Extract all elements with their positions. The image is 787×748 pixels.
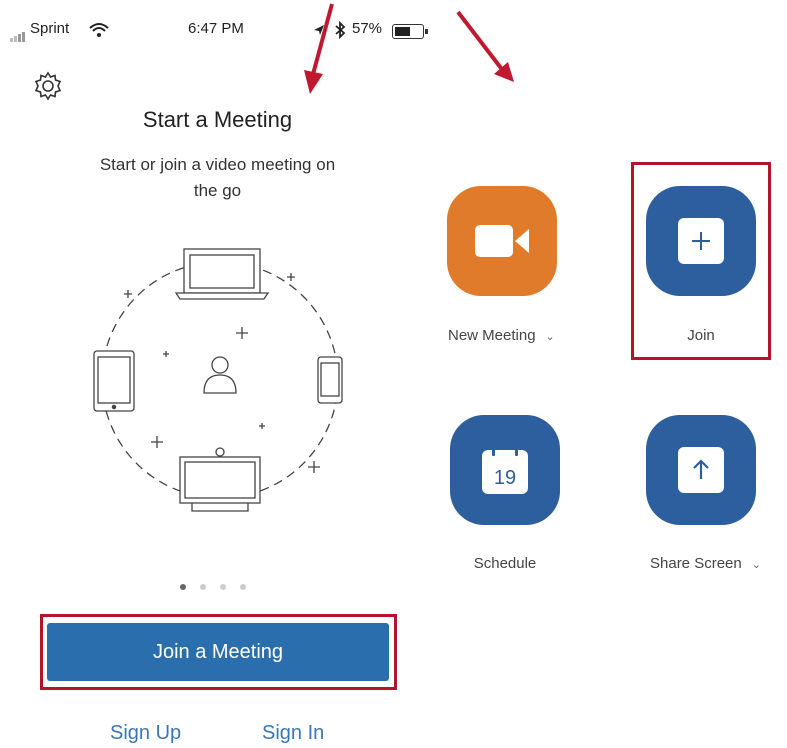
calendar-day-number: 19: [494, 467, 516, 489]
plus-icon: [678, 218, 724, 264]
carrier-name: Sprint: [30, 20, 70, 37]
calendar-icon: 19: [482, 446, 528, 494]
new-meeting-label: New Meeting: [448, 327, 536, 344]
share-screen-tile[interactable]: [646, 415, 756, 525]
join-label[interactable]: Join: [646, 327, 756, 344]
carousel-page-indicator[interactable]: [180, 577, 260, 595]
annotation-arrow-down: [304, 3, 334, 94]
chevron-down-icon[interactable]: ⌄: [752, 559, 761, 571]
new-meeting-label-row[interactable]: New Meeting ⌄: [448, 327, 588, 344]
join-a-meeting-button[interactable]: Join a Meeting: [47, 623, 389, 681]
battery-percent: 57%: [352, 20, 383, 37]
join-tile[interactable]: [646, 186, 756, 296]
meeting-devices-illustration: [93, 248, 343, 512]
carousel-dot[interactable]: [220, 584, 226, 590]
page-subtitle: Start or join a video meeting on the go: [50, 152, 385, 204]
sign-in-link[interactable]: Sign In: [262, 722, 324, 745]
page-title: Start a Meeting: [142, 107, 293, 132]
carousel-dot[interactable]: [180, 584, 186, 590]
wifi-icon: [89, 23, 109, 37]
carousel-dot[interactable]: [200, 584, 206, 590]
schedule-label[interactable]: Schedule: [450, 555, 560, 572]
new-meeting-tile[interactable]: [447, 186, 557, 296]
share-upload-icon: [678, 447, 724, 493]
sign-up-link[interactable]: Sign Up: [110, 722, 181, 745]
carousel-dot[interactable]: [240, 584, 246, 590]
subtitle-line-2: the go: [193, 181, 242, 200]
battery-icon: [392, 24, 428, 39]
subtitle-line-1: Start or join a video meeting on: [99, 155, 336, 174]
annotation-arrow-diagonal: [456, 10, 514, 82]
chevron-down-icon[interactable]: ⌄: [546, 331, 555, 343]
share-screen-label: Share Screen: [650, 555, 742, 572]
video-camera-icon: [475, 225, 529, 257]
schedule-tile[interactable]: 19: [450, 415, 560, 525]
settings-gear-icon[interactable]: [32, 70, 64, 102]
signal-strength-icon: [10, 24, 26, 42]
share-screen-label-row[interactable]: Share Screen ⌄: [650, 555, 787, 572]
status-time: 6:47 PM: [188, 20, 244, 37]
